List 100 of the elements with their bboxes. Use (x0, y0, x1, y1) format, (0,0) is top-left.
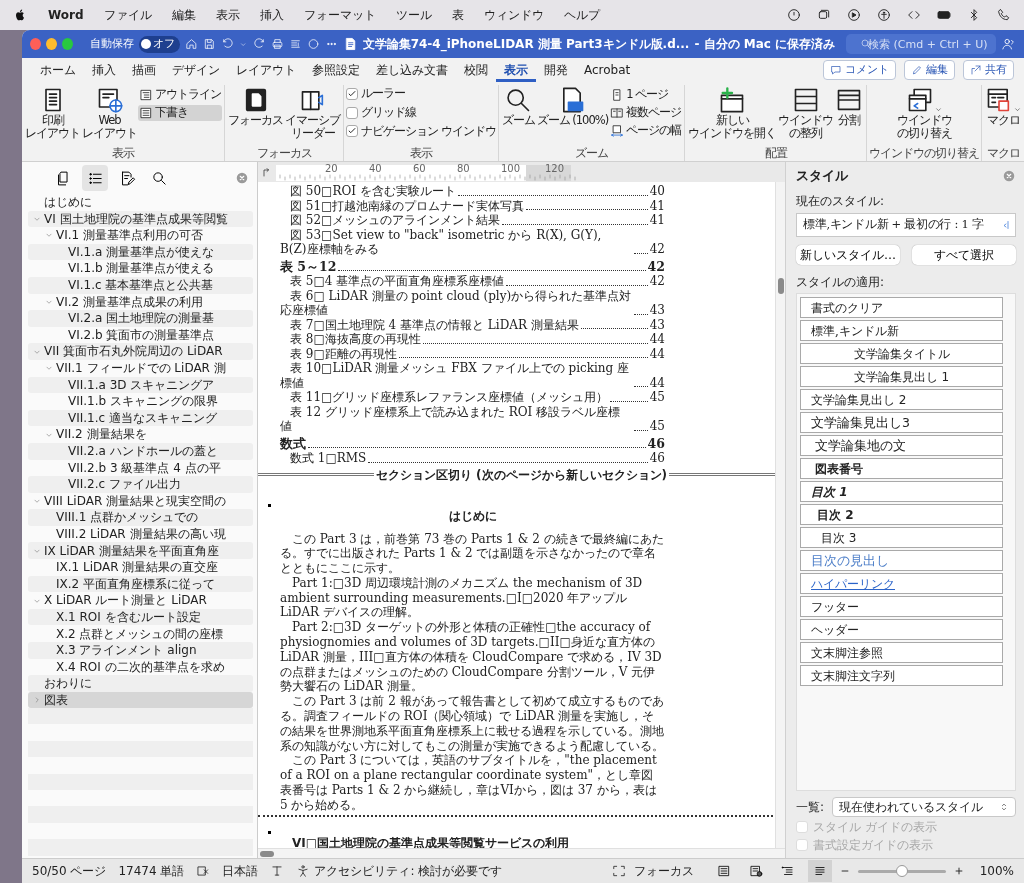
ribbon-tab[interactable]: 開発 (536, 58, 576, 82)
toc-entry[interactable]: 図 50□ROI を含む実験ルート 40 (280, 184, 665, 199)
ribbon-button[interactable]: 1 ページ (609, 87, 683, 103)
menu-item[interactable]: ウィンドウ (483, 7, 544, 23)
ribbon-action-button[interactable]: 共有 (963, 60, 1014, 80)
navigation-item[interactable]: X.3 アラインメント align (28, 642, 253, 659)
window-control[interactable] (62, 38, 74, 50)
scrollbar-thumb[interactable] (260, 851, 274, 857)
ribbon-button[interactable]: アウトライン (138, 87, 222, 103)
style-item[interactable]: 図表番号 (800, 458, 1003, 480)
accessibility-icon[interactable] (876, 7, 892, 23)
close-icon[interactable] (235, 171, 249, 185)
toc-entry[interactable]: 表 11□グリッド座標系レファランス座標値（メッシュ用） 45 (280, 390, 665, 405)
page-count[interactable]: 50/50 ページ (32, 863, 107, 879)
focus-icon[interactable] (611, 864, 626, 878)
scrollbar-thumb[interactable] (778, 278, 784, 294)
ribbon-tab[interactable]: Acrobat (576, 58, 639, 82)
navigation-item[interactable]: VI.2 測量基準点成果の利用 (28, 293, 253, 311)
accessibility-icon[interactable] (296, 864, 311, 878)
menu-item[interactable]: フォーマット (303, 7, 376, 23)
navigation-item[interactable]: VI.1.b 測量基準点が使える (28, 260, 253, 277)
close-icon[interactable] (1002, 168, 1016, 183)
navigation-item[interactable]: VII.1.b スキャニングの限界 (28, 393, 253, 410)
ribbon-button[interactable]: ウインドウ の整列 (777, 85, 835, 141)
style-item[interactable]: 文学論集見出し 2 (800, 389, 1003, 411)
style-item[interactable]: 文学論集地の文 (800, 435, 1003, 457)
navigation-item[interactable]: VII 箕面市石丸外院周辺の LiDAR (28, 343, 253, 360)
ribbon-button[interactable]: イマーシブ リーダー (284, 85, 341, 141)
navigation-item[interactable]: X.1 ROI を含むルート設定 (28, 608, 253, 626)
play-icon[interactable] (846, 7, 862, 23)
ribbon-action-button[interactable]: コメント (823, 60, 896, 80)
navigation-tab[interactable] (82, 165, 108, 191)
menu-item[interactable]: ヘルプ (563, 7, 600, 23)
clock-icon[interactable] (786, 7, 802, 23)
navigation-item[interactable]: IX LiDAR 測量結果を平面直角座 (28, 542, 253, 560)
toc-entry[interactable]: 表 7□国土地理院 4 基準点の情報と LiDAR 測量結果 43 (280, 317, 665, 332)
style-item[interactable]: 文学論集見出し3 (800, 412, 1003, 434)
window-control[interactable] (46, 38, 58, 50)
toc-entry[interactable]: 数式 1□RMS 46 (280, 451, 665, 466)
language-label[interactable]: 日本語 (222, 863, 259, 879)
ribbon-tab[interactable]: デザイン (164, 58, 228, 82)
toc-entry[interactable]: 図 52□メッシュのアラインメント結果 41 (280, 213, 665, 228)
navigation-item[interactable]: IX.2 平面直角座標系に従って (28, 575, 253, 593)
toc-entry[interactable]: 表 8□海抜高度の再現性 44 (280, 332, 665, 347)
navigation-item[interactable]: VII.2 測量結果を (28, 426, 253, 443)
navigation-item[interactable]: VI.1 測量基準点利用の可否 (28, 227, 253, 244)
ribbon-button[interactable]: 下書き (138, 105, 222, 121)
menu-item[interactable]: 表 (451, 7, 464, 23)
menu-item[interactable]: ファイル (103, 7, 152, 23)
checkbox[interactable] (346, 87, 358, 100)
tab-stop-icon[interactable] (260, 166, 272, 178)
redo-icon[interactable] (252, 37, 266, 51)
toc-heading[interactable]: 数式 46 (280, 436, 665, 451)
toc-entry[interactable]: 表 5□4 基準点の平面直角座標系座標値 42 (280, 274, 665, 289)
navigation-item[interactable]: VII.2.c ファイル出力 (28, 476, 253, 493)
toc-entry[interactable]: 図 53□Set view to "back" isometric から R(X), G(Y), B(Z)座標軸をみる 42 (280, 227, 665, 257)
ribbon-button[interactable]: 印刷 レイアウト (24, 85, 81, 141)
navigation-item[interactable]: VI.1.c 基本基準点と公共基 (28, 276, 253, 294)
style-item[interactable]: 文学論集タイトル (800, 343, 1003, 365)
word-count[interactable]: 17474 単語 (118, 863, 185, 879)
navigation-item[interactable]: X.2 点群とメッシュの間の座標 (28, 625, 253, 643)
toc-entry[interactable]: 表 6□ LiDAR 測量の point cloud (ply)から得られた基準点対応座標値 43 (280, 288, 665, 318)
toc-entry[interactable]: 表 10□LiDAR 測量メッシュ FBX ファイル上での picking 座標値 44 (280, 361, 665, 390)
toc-entry[interactable]: 図 51□打越池南縁のプロムナード実体写真 41 (280, 198, 665, 213)
navigation-item[interactable]: IX.1 LiDAR 測量結果の直交座 (28, 559, 253, 576)
style-list-dropdown[interactable]: 現在使われているスタイル (832, 797, 1016, 818)
toc-entry[interactable]: 表 12 グリッド座標系上で読み込まれた ROI 移設ラベル座標値 45 (280, 404, 665, 434)
toc-entry[interactable]: 表 9□距離の再現性 44 (280, 346, 665, 361)
phone-icon[interactable] (996, 7, 1012, 23)
focus-label[interactable]: フォーカス (633, 863, 694, 879)
navigation-item[interactable]: VII.1.a 3D スキャニングア (28, 376, 253, 394)
style-item[interactable]: ハイパーリンク (800, 573, 1003, 595)
ribbon-button[interactable]: 新しい ウインドウを開く (687, 85, 778, 141)
accessibility-status[interactable]: アクセシビリティ: 検討が必要です (314, 863, 503, 879)
style-item[interactable]: 文末脚注参照 (800, 642, 1003, 664)
navigation-item[interactable]: X.4 ROI の二次的基準点を求め (28, 658, 253, 676)
style-item[interactable]: 目次 3 (800, 527, 1003, 549)
style-item[interactable]: 書式のクリア (800, 297, 1003, 319)
account-icon[interactable] (1001, 36, 1016, 52)
zoom-slider-thumb[interactable] (895, 864, 908, 877)
ribbon-tab[interactable]: 挿入 (84, 58, 124, 82)
view-button[interactable] (807, 860, 832, 882)
navigation-item[interactable]: VII.1.c 適当なスキャニング (28, 409, 253, 427)
ribbon-button[interactable]: 複数ページ (609, 105, 683, 121)
ribbon-button[interactable]: 分割 (834, 85, 865, 128)
navigation-item[interactable]: VIII.2 LiDAR 測量結果の高い現 (28, 525, 253, 543)
navigation-item[interactable]: VI.2.a 国土地理院の測量基 (28, 310, 253, 327)
navigation-item[interactable]: X LiDAR ルート測量と LiDAR (28, 592, 253, 609)
pane-button[interactable]: 新しいスタイル… (796, 245, 900, 265)
navigation-item[interactable]: おわりに (28, 675, 253, 692)
style-item[interactable]: フッター (800, 596, 1003, 618)
menu-item[interactable]: 編集 (171, 7, 196, 23)
style-item[interactable]: 文末脚注文字列 (800, 665, 1003, 687)
save-status[interactable]: - 自分の Mac に保存済み (694, 36, 836, 52)
home-icon[interactable] (185, 37, 199, 51)
ribbon-tab[interactable]: 参照設定 (304, 58, 368, 82)
style-item[interactable]: 標準,キンドル新 (800, 320, 1003, 342)
ribbon-tab[interactable]: ホーム (32, 58, 84, 82)
search-field[interactable]: 検索 (Cmd + Ctrl + U) (846, 34, 997, 54)
toc-heading[interactable]: 表 5～12 42 (280, 259, 665, 274)
